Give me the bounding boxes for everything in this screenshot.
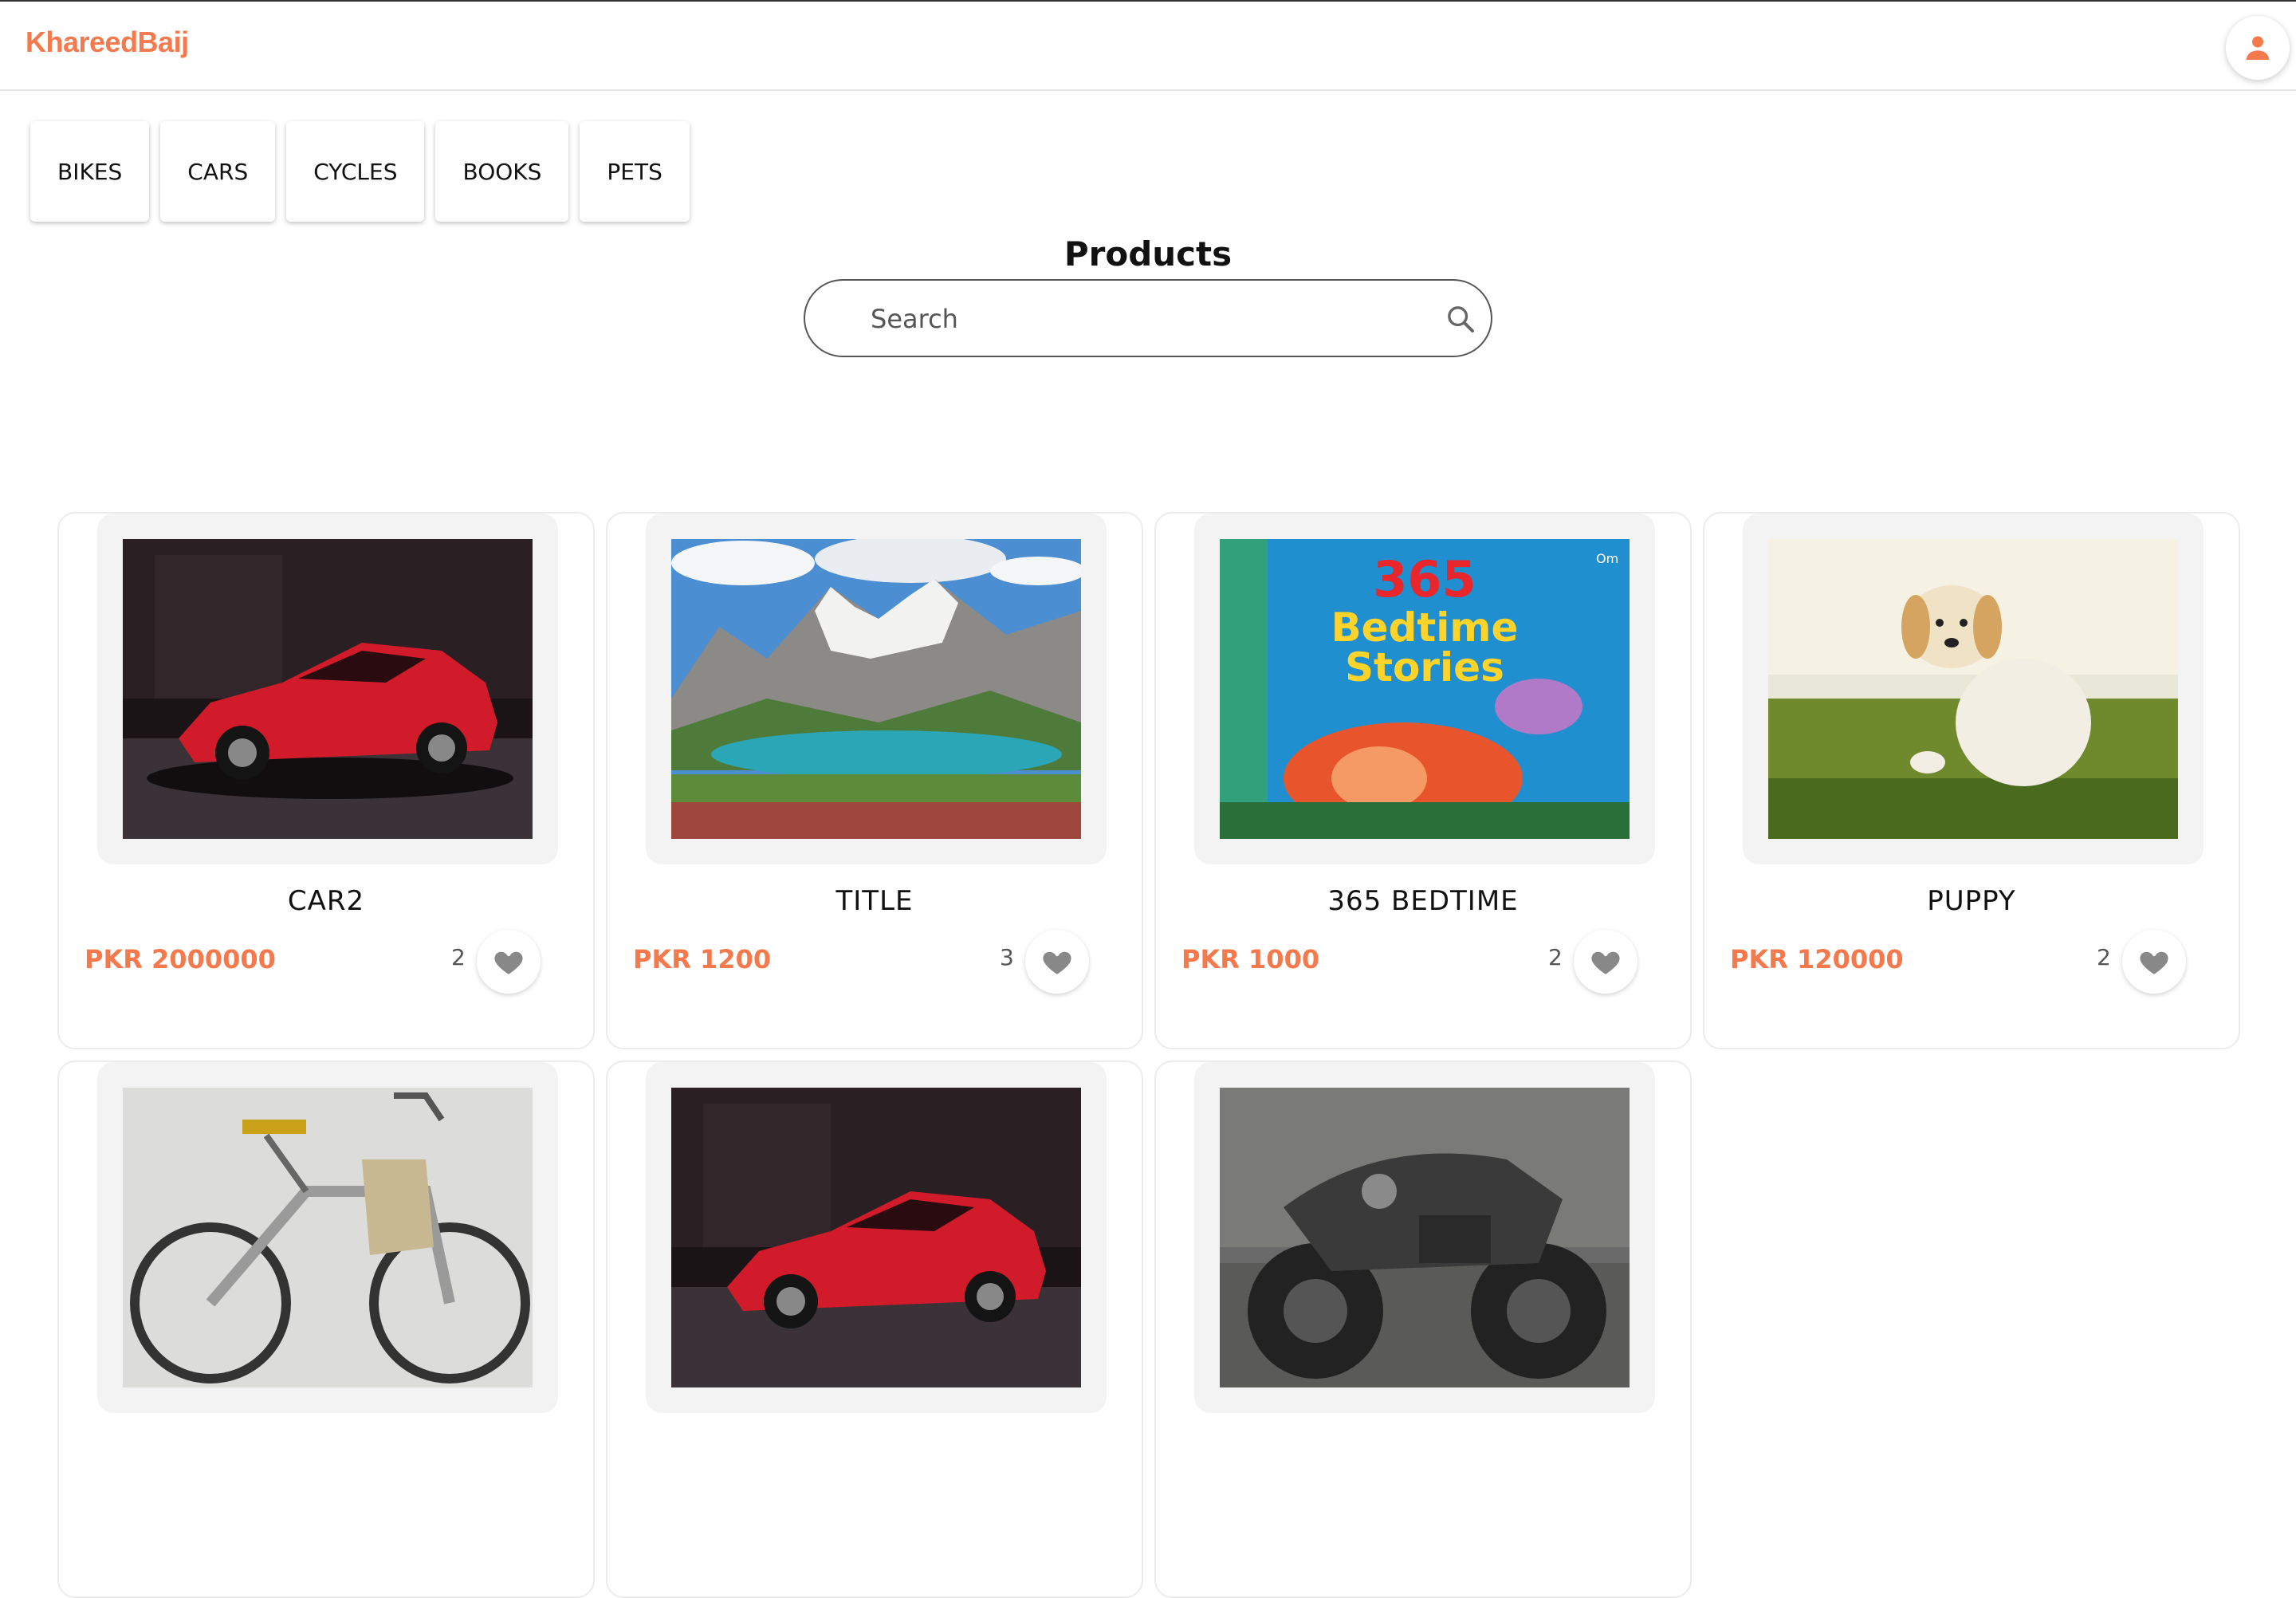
favorite-button[interactable] xyxy=(1025,930,1089,994)
search-icon[interactable] xyxy=(1445,303,1476,335)
product-price: PKR 1200 xyxy=(633,944,772,974)
heart-icon xyxy=(2140,951,2168,974)
product-card[interactable]: CAR2 PKR 2000000 2 xyxy=(57,512,595,1049)
product-card[interactable]: Om 365 Bedtime Stories 365 BEDTIME PKR 1… xyxy=(1154,512,1692,1049)
favorite-button[interactable] xyxy=(477,930,541,994)
category-button-pets[interactable]: PETS xyxy=(580,121,690,222)
brand-logo[interactable]: KhareedBaij xyxy=(26,26,189,59)
search-bar xyxy=(804,279,1492,357)
like-count: 2 xyxy=(451,944,466,970)
category-button-cars[interactable]: CARS xyxy=(160,121,276,222)
product-title: CAR2 xyxy=(287,885,365,917)
product-title: 365 BEDTIME xyxy=(1327,885,1519,917)
like-count: 2 xyxy=(1548,944,1563,970)
category-button-cycles[interactable]: CYCLES xyxy=(286,121,425,222)
product-card[interactable]: PUPPY PKR 120000 2 xyxy=(1703,512,2240,1049)
motorcycle-image[interactable] xyxy=(1220,1088,1630,1387)
product-card[interactable] xyxy=(1154,1061,1692,1598)
search-input[interactable] xyxy=(869,298,1414,340)
heart-icon xyxy=(1591,951,1620,974)
product-title: PUPPY xyxy=(1927,885,2016,917)
favorite-button[interactable] xyxy=(2122,930,2186,994)
product-image-frame xyxy=(1743,514,2204,864)
product-card[interactable] xyxy=(57,1061,595,1598)
product-image-frame xyxy=(1194,1062,1655,1413)
product-price: PKR 120000 xyxy=(1730,944,1904,974)
page-title: Products xyxy=(1063,234,1233,274)
like-count: 2 xyxy=(2097,944,2111,970)
svg-text:Om: Om xyxy=(1596,551,1618,566)
puppy-image[interactable] xyxy=(1768,539,2178,839)
heart-icon xyxy=(494,951,523,974)
favorite-button[interactable] xyxy=(1574,930,1637,994)
product-title: TITLE xyxy=(835,885,914,917)
like-count: 3 xyxy=(1000,944,1014,970)
svg-text:365: 365 xyxy=(1373,550,1476,608)
mountain-lake-image[interactable] xyxy=(671,539,1081,839)
product-image-frame xyxy=(646,1062,1107,1413)
product-image-frame: Om 365 Bedtime Stories xyxy=(1194,514,1655,864)
product-image-frame xyxy=(97,1062,558,1413)
product-card[interactable]: TITLE PKR 1200 3 xyxy=(606,512,1143,1049)
category-bar: BIKES CARS CYCLES BOOKS PETS xyxy=(30,121,690,222)
category-button-books[interactable]: BOOKS xyxy=(435,121,569,222)
product-price: PKR 2000000 xyxy=(85,944,276,974)
category-button-bikes[interactable]: BIKES xyxy=(30,121,150,222)
product-image-frame xyxy=(97,514,558,864)
book-cover-image[interactable]: Om 365 Bedtime Stories xyxy=(1220,539,1630,839)
product-price: PKR 1000 xyxy=(1181,944,1320,974)
bicycle-image[interactable] xyxy=(123,1088,533,1387)
heart-icon xyxy=(1043,951,1071,974)
product-card[interactable] xyxy=(606,1061,1143,1598)
svg-text:Stories: Stories xyxy=(1345,644,1504,691)
profile-button[interactable] xyxy=(2226,16,2290,80)
app-bar: KhareedBaij xyxy=(0,2,2296,91)
red-sports-car-image[interactable] xyxy=(671,1088,1081,1387)
red-sports-car-image[interactable] xyxy=(123,539,533,839)
person-icon xyxy=(2246,36,2270,60)
product-image-frame xyxy=(646,514,1107,864)
